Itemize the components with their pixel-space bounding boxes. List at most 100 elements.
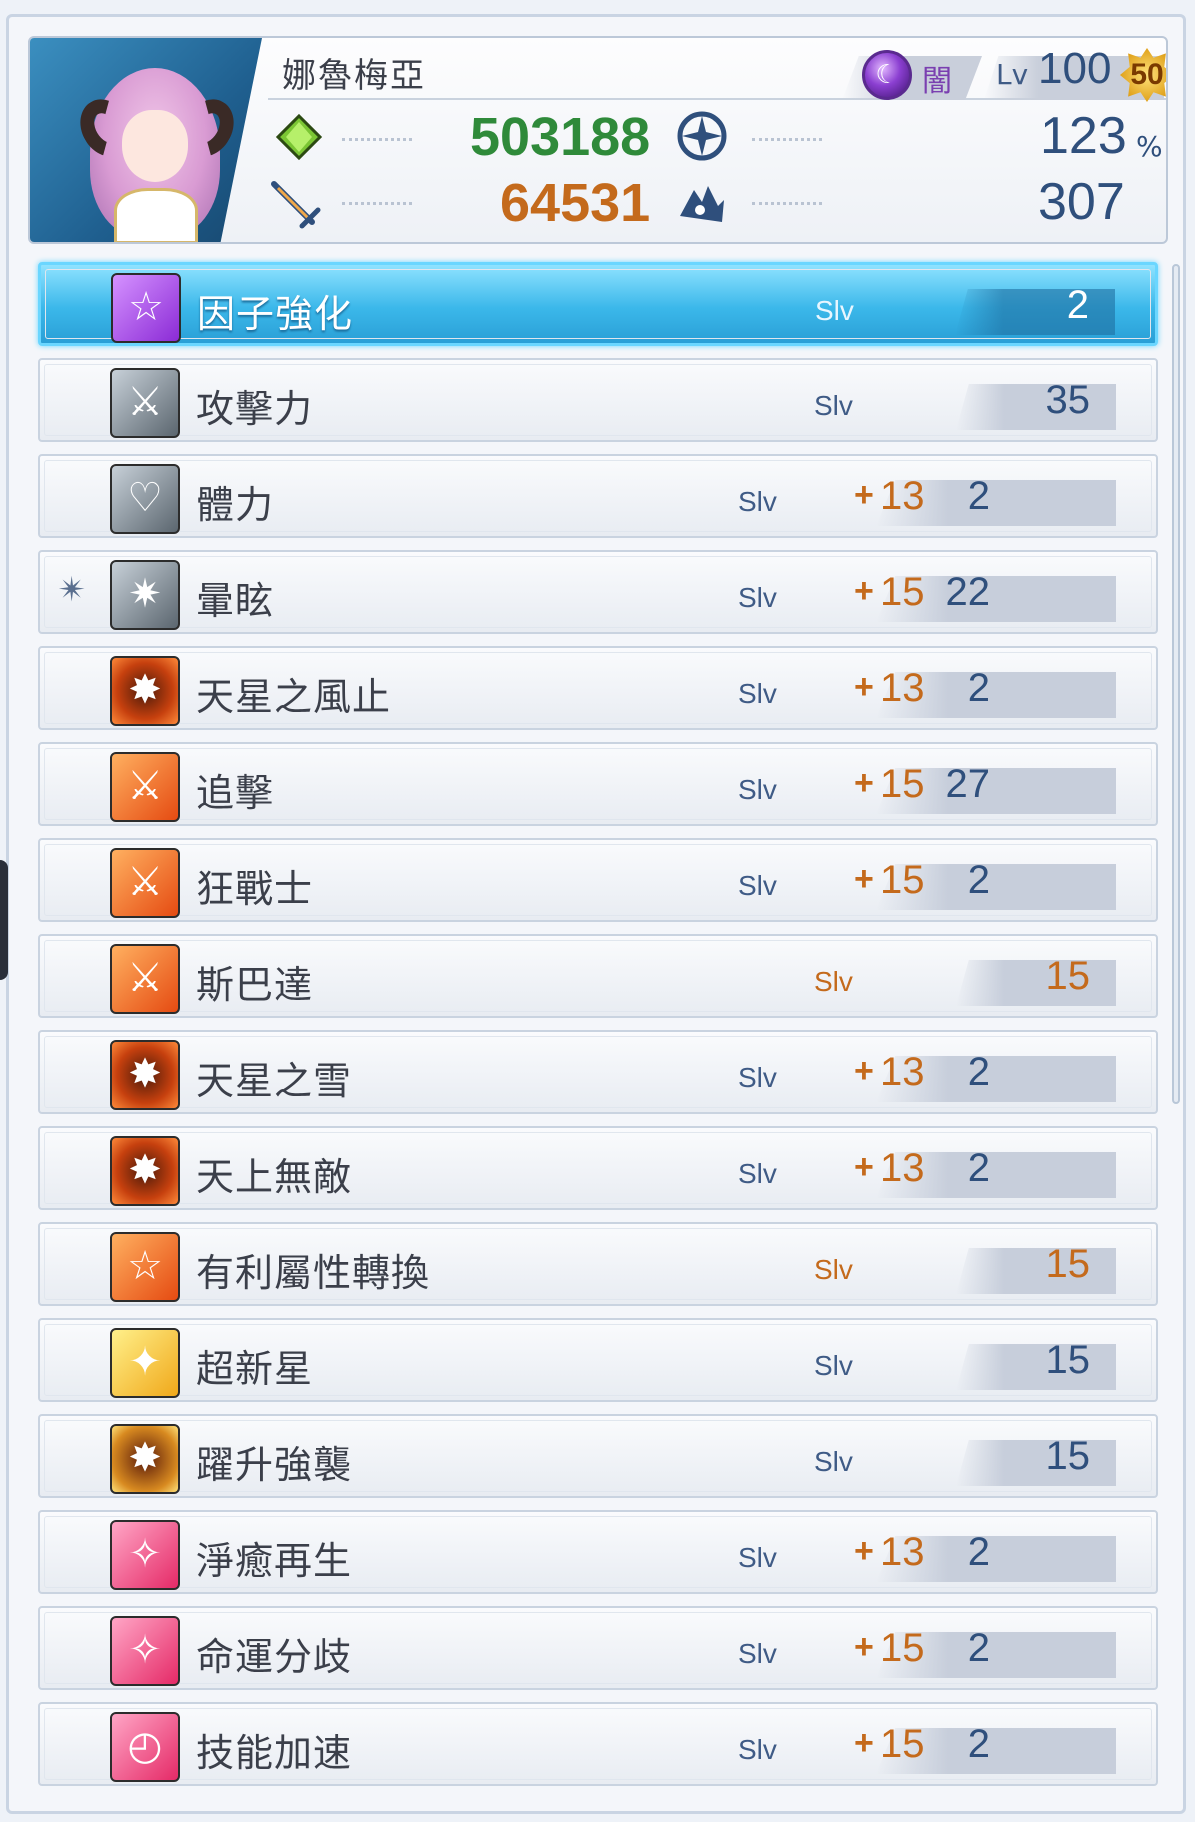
slv-plus: + (854, 1724, 874, 1762)
slv-base-value: 2 (967, 1530, 990, 1574)
skill-row[interactable]: ✴ ✷ 暈眩 Slv 22 +15 (38, 550, 1158, 634)
stun-icon (680, 186, 724, 222)
slv-base-value: 15 (1045, 1338, 1091, 1382)
crit-dots (752, 138, 822, 141)
attack-icon (271, 181, 321, 229)
skill-name: 有利屬性轉換 (196, 1251, 431, 1295)
slv-bonus-value: 15 (880, 1722, 925, 1766)
skill-name: 技能加速 (196, 1731, 353, 1775)
slv-label: Slv (738, 1542, 777, 1573)
hp-dots (342, 138, 412, 141)
skill-list: ☆ 因子強化 Slv 2 ⚔ 攻擊力 Slv 35 ♡ 體力 Slv 2 +13 ✴ ✷ 暈眩 Slv 22 +15… (38, 262, 1158, 1798)
clock-icon: ◴ (110, 1712, 180, 1782)
supernova-icon: ✦ (110, 1328, 180, 1398)
skill-row[interactable]: ⚔ 斯巴達 Slv 15 (38, 934, 1158, 1018)
slv-label: Slv (738, 1158, 777, 1189)
atk-value: 64531 (500, 173, 651, 233)
skill-row[interactable]: ◴ 技能加速 Slv 2 +15 (38, 1702, 1158, 1786)
stun-dots (752, 202, 822, 205)
slv-label: Slv (738, 870, 777, 901)
slv-label: Slv (738, 678, 777, 709)
skill-row[interactable]: ✸ 天上無敵 Slv 2 +13 (38, 1126, 1158, 1210)
atk-dots (342, 202, 412, 205)
burst-sword-icon: ✸ (110, 1040, 180, 1110)
slv-label: Slv (738, 1638, 777, 1669)
skill-name: 狂戰士 (196, 867, 314, 911)
skill-name: 體力 (196, 483, 275, 527)
slv-label: Slv (815, 295, 854, 326)
skill-name: 斯巴達 (196, 963, 314, 1007)
star-icon: ☆ (111, 273, 181, 343)
skill-name: 躍升強襲 (196, 1443, 353, 1487)
slv-base-value: 15 (1045, 954, 1091, 998)
slv-plus: + (854, 764, 874, 802)
slv-label: Slv (738, 486, 777, 517)
skill-row[interactable]: ⚔ 追擊 Slv 27 +15 (38, 742, 1158, 826)
star-icon: ☆ (110, 1232, 180, 1302)
slv-base-value: 2 (967, 666, 990, 710)
slv-plus: + (854, 1148, 874, 1186)
skill-row[interactable]: ✸ 天星之雪 Slv 2 +13 (38, 1030, 1158, 1114)
skill-row[interactable]: ✧ 淨癒再生 Slv 2 +13 (38, 1510, 1158, 1594)
slv-base-value: 35 (1045, 378, 1091, 422)
left-edge-handle (0, 860, 8, 980)
skill-name: 命運分歧 (196, 1635, 353, 1679)
slv-banner (956, 960, 1116, 1006)
slv-label: Slv (814, 1446, 853, 1477)
heart-icon: ♡ (110, 464, 180, 534)
skill-name: 天星之雪 (196, 1059, 353, 1103)
slv-bonus-value: 13 (880, 474, 925, 518)
level-value: 100 (1038, 44, 1112, 93)
slv-base-value: 2 (967, 1050, 990, 1094)
slv-bonus-value: 15 (880, 762, 925, 806)
slv-label: Slv (814, 1350, 853, 1381)
sword-icon: ⚔ (110, 944, 180, 1014)
scrollbar[interactable] (1172, 264, 1180, 1104)
slv-base-value: 27 (945, 762, 991, 806)
slv-plus: + (854, 1628, 874, 1666)
skill-row[interactable]: ☆ 因子強化 Slv 2 (38, 262, 1158, 346)
slv-base-value: 15 (1045, 1242, 1091, 1286)
slv-plus: + (854, 572, 874, 610)
skill-row[interactable]: ☆ 有利屬性轉換 Slv 15 (38, 1222, 1158, 1306)
slv-bonus-value: 13 (880, 1146, 925, 1190)
slv-bonus-value: 15 (880, 570, 925, 614)
skill-name: 超新星 (196, 1347, 314, 1391)
stun-icon: ✷ (110, 560, 180, 630)
character-name: 娜魯梅亞 (282, 56, 426, 96)
stun-value: 307 (1038, 173, 1125, 231)
slv-base-value: 2 (967, 1722, 990, 1766)
skill-name: 暈眩 (196, 579, 275, 623)
skill-row[interactable]: ⚔ 攻擊力 Slv 35 (38, 358, 1158, 442)
skill-row[interactable]: ✸ 躍升強襲 Slv 15 (38, 1414, 1158, 1498)
skill-name: 天上無敵 (196, 1155, 353, 1199)
slv-base-value: 2 (1066, 283, 1089, 327)
skill-name: 因子強化 (197, 292, 354, 336)
slv-banner (956, 384, 1116, 430)
slv-label: Slv (738, 1062, 777, 1093)
slv-bonus-value: 15 (880, 858, 925, 902)
slv-label: Slv (738, 582, 777, 613)
slv-label: Slv (814, 966, 853, 997)
skill-row[interactable]: ✧ 命運分歧 Slv 2 +15 (38, 1606, 1158, 1690)
burst-sword-icon: ✸ (110, 1136, 180, 1206)
skill-row[interactable]: ✦ 超新星 Slv 15 (38, 1318, 1158, 1402)
element-label: 闇 (922, 64, 952, 99)
slv-base-value: 22 (945, 570, 991, 614)
character-portrait[interactable] (30, 38, 262, 242)
skill-row[interactable]: ♡ 體力 Slv 2 +13 (38, 454, 1158, 538)
slv-bonus-value: 13 (880, 1050, 925, 1094)
sword-icon: ⚔ (110, 752, 180, 822)
skill-row[interactable]: ⚔ 狂戰士 Slv 2 +15 (38, 838, 1158, 922)
slv-base-value: 2 (967, 858, 990, 902)
slv-label: Slv (814, 1254, 853, 1285)
skill-row[interactable]: ✸ 天星之風止 Slv 2 +13 (38, 646, 1158, 730)
slv-bonus-value: 13 (880, 666, 925, 710)
crit-unit: % (1136, 130, 1163, 163)
character-header: 娜魯梅亞 ☾ 闇 Lv 100 50 503188 64531 123 % 30… (28, 36, 1168, 244)
skill-name: 淨癒再生 (196, 1539, 353, 1583)
slv-bonus-value: 15 (880, 1626, 925, 1670)
burst-sword-icon: ✸ (110, 656, 180, 726)
slv-label: Slv (738, 774, 777, 805)
slv-bonus-value: 13 (880, 1530, 925, 1574)
